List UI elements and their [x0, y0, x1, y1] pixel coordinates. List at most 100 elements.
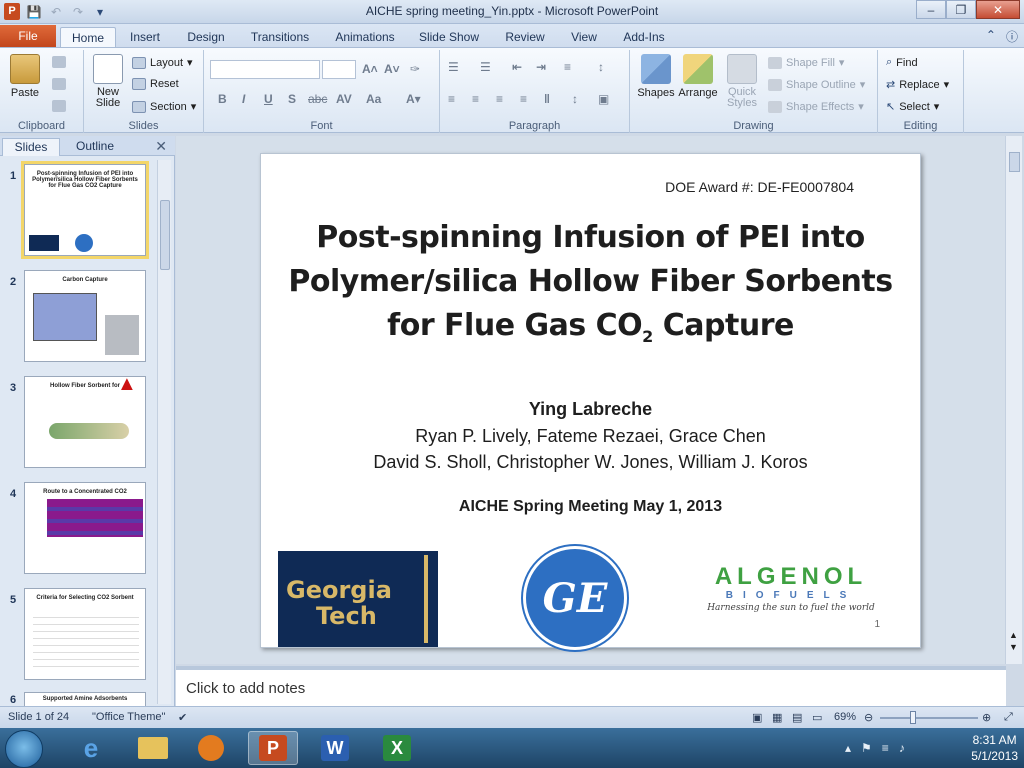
tab-view[interactable]: View	[564, 27, 604, 48]
grow-font-icon[interactable]: A˄	[362, 62, 378, 76]
slide-thumbnail-row[interactable]: 3 Hollow Fiber Sorbent for ▲	[0, 376, 160, 472]
tab-home[interactable]: Home	[60, 27, 116, 48]
smartart-icon[interactable]: ▣	[598, 92, 609, 106]
font-color-button[interactable]: A▾	[406, 92, 421, 106]
media-player-icon[interactable]	[186, 731, 236, 765]
justify-icon[interactable]: ≡	[520, 92, 527, 106]
reading-view-icon[interactable]: ▤	[792, 711, 802, 724]
shadow-button[interactable]: S	[288, 92, 296, 106]
select-button[interactable]: ↖ Select ▾	[886, 100, 939, 114]
clear-format-icon[interactable]: ✑	[410, 62, 420, 76]
close-button[interactable]: ✕	[976, 0, 1020, 19]
line-spacing-icon[interactable]: ≡	[564, 60, 571, 74]
slide-canvas[interactable]: DOE Award #: DE-FE0007804 Post-spinning …	[260, 153, 921, 650]
font-family-combo[interactable]	[210, 60, 320, 79]
close-pane-icon[interactable]: ✕	[155, 138, 167, 155]
internet-explorer-icon[interactable]: e	[66, 731, 116, 765]
algenol-logo[interactable]: ALGENOL BIOFUELS Harnessing the sun to f…	[686, 564, 896, 614]
zoom-in-icon[interactable]: ⊕	[982, 711, 991, 724]
character-spacing-button[interactable]: AV	[336, 92, 352, 106]
slide-thumbnail-row[interactable]: 4 Route to a Concentrated CO2	[0, 482, 160, 578]
tab-add-ins[interactable]: Add-Ins	[618, 27, 670, 48]
zoom-level[interactable]: 69%	[834, 711, 856, 723]
italic-button[interactable]: I	[242, 92, 245, 106]
shrink-font-icon[interactable]: A˅	[384, 62, 400, 76]
tab-outline[interactable]: Outline	[64, 138, 126, 156]
tab-file[interactable]: File	[0, 25, 56, 47]
show-hidden-icons[interactable]: ▴	[845, 741, 851, 755]
presenter-name[interactable]: Ying Labreche	[261, 399, 920, 420]
tab-transitions[interactable]: Transitions	[246, 27, 314, 48]
decrease-indent-icon[interactable]: ⇤	[512, 60, 522, 74]
prev-slide-icon[interactable]: ▲	[1009, 630, 1018, 640]
pane-scroll-thumb[interactable]	[160, 200, 170, 270]
georgia-tech-logo[interactable]: Georgia Tech	[278, 551, 438, 647]
section-button[interactable]: Section ▾	[132, 100, 196, 113]
clock[interactable]: 8:31 AM 5/1/2013	[971, 732, 1018, 764]
paste-button[interactable]: Paste	[6, 54, 44, 99]
format-painter-button[interactable]	[52, 100, 66, 112]
spelling-icon[interactable]: ✔	[178, 711, 187, 724]
align-text-icon[interactable]: ↕	[572, 92, 578, 106]
copy-button[interactable]	[52, 78, 66, 90]
zoom-slider[interactable]	[880, 717, 978, 719]
tab-insert[interactable]: Insert	[122, 27, 168, 48]
slide-thumbnail[interactable]: Criteria for Selecting CO2 Sorbent	[24, 588, 146, 680]
slide-thumbnail[interactable]: Supported Amine Adsorbents	[24, 692, 146, 706]
editor-scroll-thumb[interactable]	[1009, 152, 1020, 172]
network-icon[interactable]: ≡	[882, 741, 889, 755]
arrange-button[interactable]: Arrange	[676, 54, 720, 99]
change-case-button[interactable]: Aa	[366, 92, 381, 106]
tab-slides[interactable]: Slides	[2, 138, 60, 156]
slide-thumbnail[interactable]: Carbon Capture	[24, 270, 146, 362]
award-text[interactable]: DOE Award #: DE-FE0007804	[665, 179, 854, 195]
help-icon[interactable]: ⓘ	[1006, 28, 1018, 45]
shape-fill-button[interactable]: Shape Fill ▾	[768, 56, 844, 69]
slide-thumbnail-row[interactable]: 2 Carbon Capture	[0, 270, 160, 366]
pane-scrollbar[interactable]	[157, 160, 171, 704]
volume-icon[interactable]: ♪	[899, 741, 905, 755]
slide-thumbnail-row[interactable]: 5 Criteria for Selecting CO2 Sorbent	[0, 588, 160, 684]
powerpoint-taskbar-icon[interactable]: P	[248, 731, 298, 765]
minimize-button[interactable]: –	[916, 0, 946, 19]
increase-indent-icon[interactable]: ⇥	[536, 60, 546, 74]
tab-slide-show[interactable]: Slide Show	[416, 27, 482, 48]
start-button[interactable]	[5, 730, 43, 768]
ge-logo[interactable]: GE	[523, 546, 627, 650]
word-taskbar-icon[interactable]: W	[310, 731, 360, 765]
strikethrough-button[interactable]: abc	[308, 92, 327, 106]
quick-styles-button[interactable]: Quick Styles	[720, 54, 764, 109]
meeting-text[interactable]: AICHE Spring Meeting May 1, 2013	[261, 498, 920, 516]
shape-effects-button[interactable]: Shape Effects ▾	[768, 100, 864, 113]
bullets-icon[interactable]: ☰	[448, 60, 459, 74]
underline-button[interactable]: U	[264, 92, 273, 106]
columns-icon[interactable]: ‖	[544, 92, 550, 106]
slide-thumbnail-row[interactable]: 1 Post-spinning Infusion of PEI into Pol…	[0, 161, 160, 260]
tab-review[interactable]: Review	[500, 27, 550, 48]
align-right-icon[interactable]: ≡	[496, 92, 503, 106]
replace-button[interactable]: ⇄ Replace ▾	[886, 78, 949, 92]
authors[interactable]: Ryan P. Lively, Fateme Rezaei, Grace Che…	[261, 423, 920, 475]
numbering-icon[interactable]: ☰	[480, 60, 491, 74]
text-direction-icon[interactable]: ↕	[598, 60, 604, 74]
bold-button[interactable]: B	[218, 92, 227, 106]
font-size-combo[interactable]	[322, 60, 356, 79]
fit-to-window-icon[interactable]: ⤢	[1004, 711, 1013, 724]
tab-design[interactable]: Design	[182, 27, 230, 48]
slide-title[interactable]: Post-spinning Infusion of PEI into Polym…	[281, 216, 900, 359]
cut-button[interactable]	[52, 56, 66, 68]
layout-button[interactable]: Layout ▾	[132, 56, 193, 69]
excel-taskbar-icon[interactable]: X	[372, 731, 422, 765]
slideshow-view-icon[interactable]: ▭	[812, 711, 822, 724]
slide-thumbnail[interactable]: Hollow Fiber Sorbent for ▲	[24, 376, 146, 468]
editor-scrollbar[interactable]: ▲ ▼	[1005, 136, 1022, 664]
new-slide-button[interactable]: New Slide	[88, 54, 128, 109]
align-center-icon[interactable]: ≡	[472, 92, 479, 106]
maximize-button[interactable]: ❐	[946, 0, 976, 19]
reset-button[interactable]: Reset	[132, 78, 179, 90]
action-center-icon[interactable]: ⚑	[861, 741, 872, 755]
notes-placeholder[interactable]: Click to add notes	[186, 680, 305, 697]
zoom-out-icon[interactable]: ⊖	[864, 711, 873, 724]
tab-animations[interactable]: Animations	[330, 27, 400, 48]
align-left-icon[interactable]: ≡	[448, 92, 455, 106]
